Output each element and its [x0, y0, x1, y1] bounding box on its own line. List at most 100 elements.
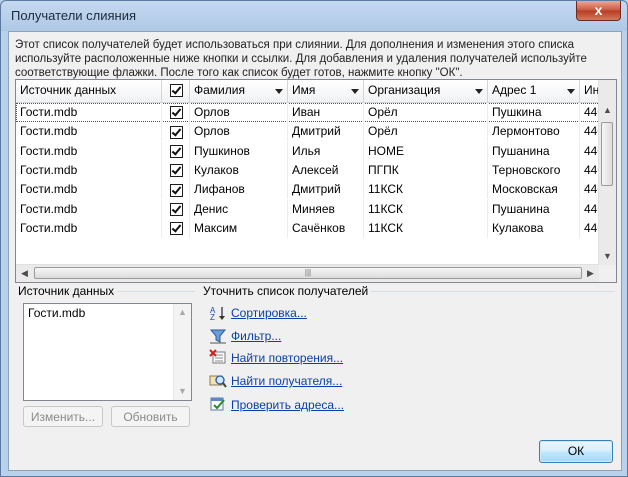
svg-text:Z: Z: [210, 313, 215, 321]
cell-source: Гости.mdb: [16, 199, 162, 219]
cell-source: Гости.mdb: [16, 218, 162, 238]
scroll-down-icon[interactable]: ▼: [174, 383, 191, 400]
edit-button[interactable]: Изменить...: [23, 406, 103, 427]
table-row[interactable]: Гости.mdbЛифановДмитрий11КСКМосковская44…: [16, 180, 616, 200]
ok-button[interactable]: ОК: [539, 440, 613, 463]
cell-lastname: Денис: [190, 199, 288, 219]
validate-addresses-link[interactable]: Проверить адреса...: [231, 398, 344, 412]
window-title: Получатели слияния: [11, 8, 137, 23]
table-row[interactable]: Гости.mdbДенисМиняев11КСКПушанина44000: [16, 199, 616, 219]
cell-firstname: Дмитрий: [288, 180, 364, 200]
vertical-scrollbar[interactable]: ▲ ▼: [598, 80, 616, 265]
table-row[interactable]: Гости.mdbОрловДмитрийОрёлЛермонтово44000: [16, 122, 616, 142]
cell-include[interactable]: [162, 103, 190, 122]
cell-lastname: Кулаков: [190, 160, 288, 180]
cell-firstname: Иван: [288, 103, 364, 122]
include-checkbox[interactable]: [170, 106, 183, 120]
validate-addresses-icon: [210, 397, 225, 411]
cell-organization: 11КСК: [364, 180, 488, 200]
column-header-lastname[interactable]: Фамилия: [190, 80, 288, 102]
close-button[interactable]: x: [576, 1, 621, 21]
table-row[interactable]: Гости.mdbМаксимСачёнков11КСККулакова4400…: [16, 218, 616, 238]
cell-lastname: Лифанов: [190, 180, 288, 200]
scroll-down-icon[interactable]: ▼: [599, 248, 616, 265]
sort-link[interactable]: Сортировка...: [231, 306, 307, 320]
scroll-thumb-horizontal[interactable]: |||: [34, 267, 582, 279]
cell-address: Лермонтово: [488, 122, 580, 142]
title-bar[interactable]: Получатели слияния x: [1, 1, 627, 31]
cell-include[interactable]: [162, 218, 190, 238]
column-header-firstname[interactable]: Имя: [288, 80, 364, 102]
find-duplicates-link[interactable]: Найти повторения...: [231, 351, 343, 365]
list-item[interactable]: Гости.mdb: [28, 306, 85, 320]
cell-lastname: Орлов: [190, 122, 288, 142]
find-recipient-icon: [209, 375, 227, 388]
cell-address: Терновского: [488, 160, 580, 180]
table-row[interactable]: Гости.mdbПушкиновИльяHOMEПушанина44000: [16, 141, 616, 161]
cell-firstname: Миняев: [288, 199, 364, 219]
table-row[interactable]: Гости.mdbКулаковАлексейПГПКТерновского44…: [16, 160, 616, 180]
filter-icon: [209, 329, 227, 344]
chevron-down-icon[interactable]: [475, 89, 483, 94]
filter-link[interactable]: Фильтр...: [231, 329, 281, 343]
include-checkbox[interactable]: [170, 222, 183, 236]
select-all-checkbox[interactable]: [170, 84, 183, 98]
column-header-source[interactable]: Источник данных: [16, 80, 162, 102]
refine-group-label: Уточнить список получателей: [200, 284, 372, 298]
cell-source: Гости.mdb: [16, 180, 162, 200]
source-list[interactable]: Гости.mdb ▲ ▼: [23, 303, 192, 401]
table-row[interactable]: Гости.mdbОрловИванОрёлПушкина44000: [16, 103, 616, 122]
cell-address: Кулакова: [488, 218, 580, 238]
horizontal-scrollbar[interactable]: ◀ ||| ▶: [16, 264, 599, 282]
list-scrollbar[interactable]: ▲ ▼: [173, 304, 191, 400]
cell-organization: ПГПК: [364, 160, 488, 180]
cell-include[interactable]: [162, 180, 190, 200]
include-checkbox[interactable]: [170, 144, 183, 158]
chevron-down-icon[interactable]: [567, 89, 575, 94]
cell-lastname: Пушкинов: [190, 141, 288, 161]
scroll-right-icon[interactable]: ▶: [582, 265, 599, 282]
cell-include[interactable]: [162, 122, 190, 142]
description-text: Этот список получателей будет использова…: [15, 39, 587, 79]
include-checkbox[interactable]: [170, 125, 183, 139]
refresh-button[interactable]: Обновить: [111, 406, 190, 427]
chevron-down-icon[interactable]: [351, 89, 359, 94]
include-checkbox[interactable]: [170, 164, 183, 178]
cell-include[interactable]: [162, 199, 190, 219]
include-checkbox[interactable]: [170, 183, 183, 197]
cell-organization: 11КСК: [364, 199, 488, 219]
scroll-up-icon[interactable]: ▲: [174, 304, 191, 321]
cell-source: Гости.mdb: [16, 122, 162, 142]
include-checkbox[interactable]: [170, 202, 183, 216]
column-header-organization[interactable]: Организация: [364, 80, 488, 102]
find-duplicates-icon: [209, 349, 226, 364]
cell-address: Пушанина: [488, 141, 580, 161]
cell-firstname: Сачёнков: [288, 218, 364, 238]
cell-firstname: Дмитрий: [288, 122, 364, 142]
source-group-label: Источник данных: [15, 284, 118, 298]
cell-address: Пушанина: [488, 199, 580, 219]
cell-lastname: Орлов: [190, 103, 288, 122]
cell-include[interactable]: [162, 141, 190, 161]
cell-organization: 11КСК: [364, 218, 488, 238]
cell-organization: Орёл: [364, 103, 488, 122]
recipients-table: Источник данных Фамилия Имя Организация …: [15, 79, 617, 283]
cell-organization: Орёл: [364, 122, 488, 142]
cell-firstname: Алексей: [288, 160, 364, 180]
table-header: Источник данных Фамилия Имя Организация …: [16, 80, 616, 103]
scroll-up-icon[interactable]: ▲: [599, 102, 616, 119]
scroll-thumb-vertical[interactable]: [601, 122, 613, 186]
cell-include[interactable]: [162, 160, 190, 180]
cell-lastname: Максим: [190, 218, 288, 238]
dialog-window: Получатели слияния x Этот список получат…: [0, 0, 628, 477]
cell-source: Гости.mdb: [16, 103, 162, 122]
cell-organization: HOME: [364, 141, 488, 161]
cell-firstname: Илья: [288, 141, 364, 161]
find-recipient-link[interactable]: Найти получателя...: [231, 374, 342, 388]
scroll-left-icon[interactable]: ◀: [16, 265, 33, 282]
column-header-address[interactable]: Адрес 1: [488, 80, 580, 102]
column-header-checkbox[interactable]: [162, 80, 190, 102]
cell-address: Пушкина: [488, 103, 580, 122]
cell-source: Гости.mdb: [16, 160, 162, 180]
chevron-down-icon[interactable]: [275, 89, 283, 94]
